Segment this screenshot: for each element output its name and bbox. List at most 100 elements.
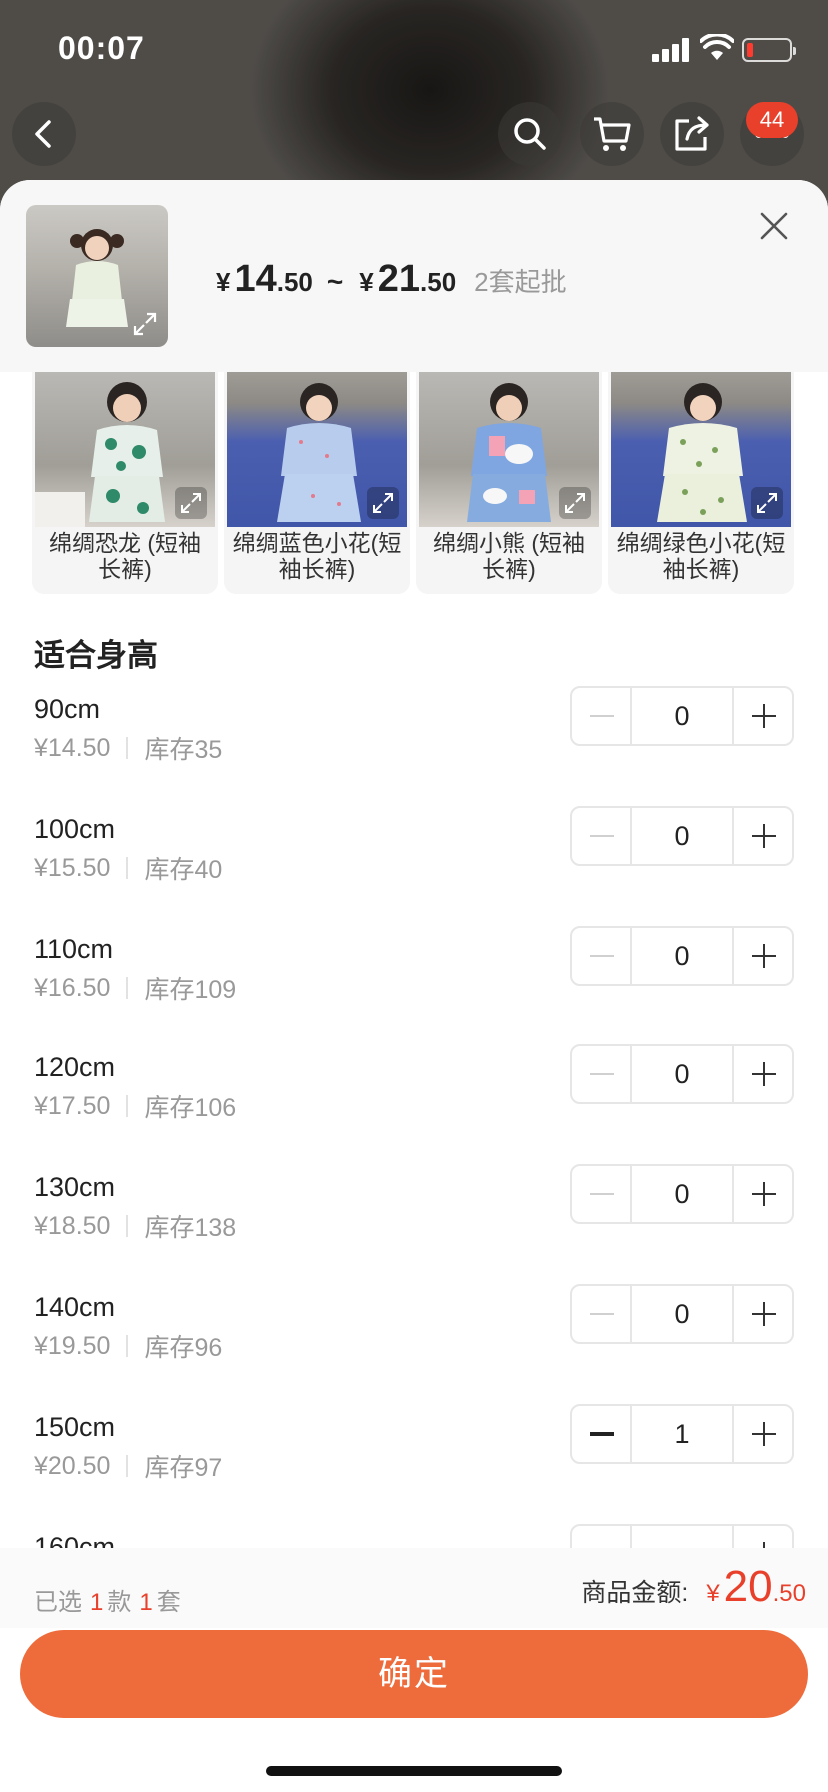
decrement-button[interactable] bbox=[572, 928, 632, 984]
expand-icon bbox=[751, 487, 783, 519]
range-tilde: ~ bbox=[326, 266, 344, 297]
currency-symbol: ¥ bbox=[359, 267, 374, 297]
style-image bbox=[611, 372, 791, 527]
selected-styles-count: 1 bbox=[90, 1589, 104, 1616]
minus-icon bbox=[590, 715, 614, 717]
total-int: 20 bbox=[723, 1562, 773, 1611]
style-image bbox=[227, 372, 407, 527]
style-card[interactable]: 绵绸蓝色小花(短袖长裤) bbox=[224, 372, 410, 594]
quantity-input[interactable]: 0 bbox=[632, 928, 732, 984]
decrement-button[interactable] bbox=[572, 1166, 632, 1222]
confirm-button[interactable]: 确定 bbox=[20, 1630, 808, 1718]
decrement-button[interactable] bbox=[572, 1406, 632, 1462]
product-thumbnail[interactable] bbox=[26, 205, 168, 347]
minus-icon bbox=[590, 955, 614, 957]
cart-button[interactable] bbox=[580, 102, 644, 166]
expand-icon bbox=[133, 312, 157, 336]
chevron-left-icon bbox=[35, 120, 51, 148]
search-icon bbox=[514, 118, 546, 150]
style-card[interactable]: 绵绸小熊 (短袖长裤) bbox=[416, 372, 602, 594]
increment-button[interactable] bbox=[732, 1286, 792, 1342]
currency-symbol: ¥ bbox=[216, 267, 231, 297]
decrement-button[interactable] bbox=[572, 1046, 632, 1102]
size-stock: 库存138 bbox=[144, 1214, 237, 1242]
minus-icon bbox=[590, 835, 614, 837]
quantity-stepper: 0 bbox=[570, 686, 794, 746]
size-meta: ¥19.50 库存96 bbox=[34, 1328, 222, 1364]
decrement-button[interactable] bbox=[572, 808, 632, 864]
style-image bbox=[419, 372, 599, 527]
size-price: ¥20.50 bbox=[34, 1451, 111, 1480]
quantity-stepper: 0 bbox=[570, 1164, 794, 1224]
increment-button[interactable] bbox=[732, 688, 792, 744]
style-label: 绵绸蓝色小花(短袖长裤) bbox=[232, 530, 402, 582]
max-price-int: 21 bbox=[377, 258, 421, 300]
style-card[interactable]: 绵绸绿色小花(短袖长裤) bbox=[608, 372, 794, 594]
size-price: ¥17.50 bbox=[34, 1091, 111, 1120]
size-label: 120cm bbox=[34, 1052, 116, 1082]
size-row: 90cm ¥14.50 库存35 0 bbox=[0, 686, 828, 814]
max-price-dec: .50 bbox=[420, 267, 457, 297]
sku-selector-sheet: ¥ 14 .50 ~ ¥ 21 .50 2套起批 绵绸恐龙 (短袖长裤) 绵绸蓝… bbox=[0, 180, 828, 1792]
quantity-input[interactable]: 0 bbox=[632, 1286, 732, 1342]
decrement-button[interactable] bbox=[572, 1286, 632, 1342]
size-stock: 库存35 bbox=[144, 736, 223, 764]
increment-button[interactable] bbox=[732, 928, 792, 984]
size-meta: ¥18.50 库存138 bbox=[34, 1208, 236, 1244]
size-stock: 库存109 bbox=[144, 976, 237, 1004]
back-button[interactable] bbox=[12, 102, 76, 166]
quantity-input[interactable]: 0 bbox=[632, 1046, 732, 1102]
decrement-button[interactable] bbox=[572, 688, 632, 744]
increment-button[interactable] bbox=[732, 1166, 792, 1222]
share-button[interactable] bbox=[660, 102, 724, 166]
quantity-input[interactable]: 0 bbox=[632, 688, 732, 744]
quantity-input[interactable]: 0 bbox=[632, 1166, 732, 1222]
size-meta: ¥17.50 库存106 bbox=[34, 1088, 236, 1124]
size-label: 150cm bbox=[34, 1412, 116, 1442]
size-label: 140cm bbox=[34, 1292, 116, 1322]
size-meta: ¥14.50 库存35 bbox=[34, 730, 222, 766]
share-icon bbox=[675, 116, 709, 151]
style-card[interactable]: 绵绸恐龙 (短袖长裤) bbox=[32, 372, 218, 594]
minus-icon bbox=[590, 1073, 614, 1075]
quantity-stepper: 0 bbox=[570, 926, 794, 986]
quantity-input[interactable]: 1 bbox=[632, 1406, 732, 1462]
style-options: 绵绸恐龙 (短袖长裤) 绵绸蓝色小花(短袖长裤) 绵绸小熊 (短袖长裤) 绵绸绿… bbox=[32, 372, 796, 594]
minus-icon bbox=[590, 1432, 614, 1436]
increment-button[interactable] bbox=[732, 1046, 792, 1102]
quantity-stepper: 0 bbox=[570, 1044, 794, 1104]
minus-icon bbox=[590, 1193, 614, 1195]
min-price-int: 14 bbox=[234, 258, 277, 300]
home-indicator bbox=[266, 1766, 562, 1776]
style-label: 绵绸小熊 (短袖长裤) bbox=[432, 530, 586, 582]
selected-sets-unit: 套 bbox=[156, 1589, 181, 1616]
size-label: 130cm bbox=[34, 1172, 116, 1202]
style-label: 绵绸绿色小花(短袖长裤) bbox=[616, 530, 786, 582]
size-meta: ¥20.50 库存97 bbox=[34, 1448, 222, 1484]
total-currency: ¥ bbox=[706, 1580, 720, 1607]
size-label: 100cm bbox=[34, 814, 116, 844]
selected-styles-unit: 款 bbox=[107, 1589, 132, 1616]
wifi-icon bbox=[700, 34, 734, 60]
minus-icon bbox=[590, 1313, 614, 1315]
quantity-input[interactable]: 0 bbox=[632, 808, 732, 864]
expand-icon bbox=[559, 487, 591, 519]
total-dec: .50 bbox=[772, 1580, 806, 1607]
increment-button[interactable] bbox=[732, 808, 792, 864]
price-range: ¥ 14 .50 ~ ¥ 21 .50 2套起批 bbox=[216, 258, 567, 308]
size-price: ¥18.50 bbox=[34, 1211, 111, 1240]
size-stock: 库存97 bbox=[144, 1454, 223, 1482]
size-price: ¥19.50 bbox=[34, 1331, 111, 1360]
min-price-dec: .50 bbox=[276, 267, 313, 297]
size-label: 110cm bbox=[34, 934, 114, 964]
close-icon[interactable] bbox=[754, 206, 794, 246]
quantity-stepper: 0 bbox=[570, 806, 794, 866]
increment-button[interactable] bbox=[732, 1406, 792, 1462]
message-badge: 44 bbox=[746, 102, 798, 138]
size-price: ¥15.50 bbox=[34, 853, 111, 882]
size-price: ¥14.50 bbox=[34, 733, 111, 762]
expand-icon bbox=[367, 487, 399, 519]
size-row: 110cm ¥16.50 库存109 0 bbox=[0, 926, 828, 1054]
quantity-stepper: 0 bbox=[570, 1284, 794, 1344]
search-button[interactable] bbox=[498, 102, 562, 166]
